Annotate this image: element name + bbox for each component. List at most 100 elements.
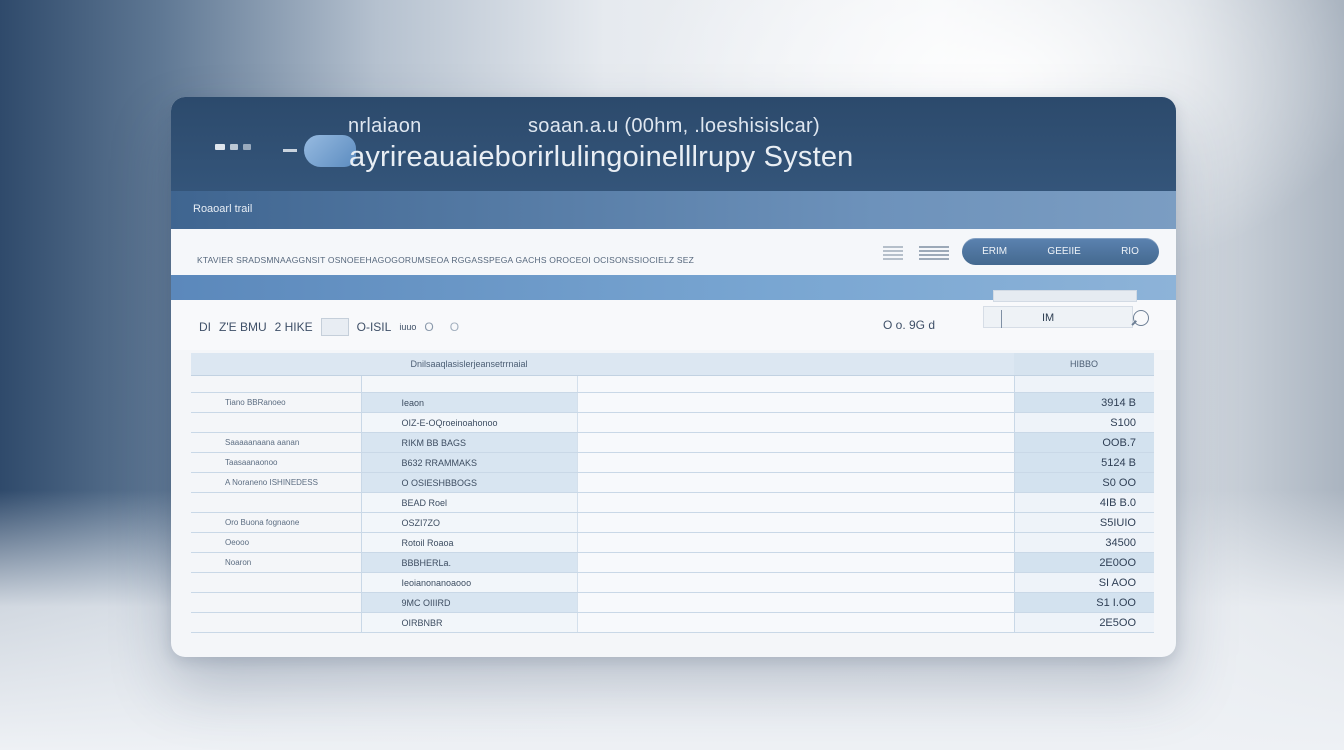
row-label: Noaron <box>191 552 362 573</box>
row-value <box>1013 375 1154 393</box>
row-name: OIZ-E-OQroeinoahonoo <box>361 412 577 433</box>
search-icon[interactable] <box>1133 310 1149 326</box>
row-name: Ieaon <box>361 392 577 413</box>
filter-label-g[interactable]: O <box>450 320 459 334</box>
table-row[interactable]: Tiano BBRanoeo Ieaon 3914 B <box>191 392 1154 413</box>
row-detail <box>576 375 1014 393</box>
column-header[interactable]: HIBBO <box>1014 353 1154 376</box>
row-value: 34500 <box>1013 532 1154 553</box>
grid-icon[interactable] <box>919 246 949 262</box>
row-name: OIRBNBR <box>361 612 577 633</box>
row-name: Rotoil Roaoa <box>361 532 577 553</box>
table-row[interactable]: Ieoianonanoaooo SI AOO <box>191 572 1154 593</box>
app-title: ayrireauaieborirlulingoinelllrupy Systen <box>349 141 854 173</box>
row-label <box>191 492 362 513</box>
row-name: RIKM BB BAGS <box>361 432 577 453</box>
table-row[interactable]: A Noraneno ISHINEDESS O OSIESHBBOGS S0 OO <box>191 472 1154 493</box>
row-detail <box>576 612 1014 633</box>
row-name: Ieoianonanoaooo <box>361 572 577 593</box>
row-name: O OSIESHBBOGS <box>361 472 577 493</box>
data-table-wrapper: Dnilsaaqlasislerjeansetrrnaial HIBBO Tia… <box>191 353 1154 633</box>
filter-label-b[interactable]: Z'E BMU <box>219 320 267 334</box>
filter-label-d[interactable]: O-ISIL <box>357 320 392 334</box>
row-label: Taasaanaonoo <box>191 452 362 473</box>
row-detail <box>576 472 1014 493</box>
row-value: 2E5OO <box>1013 612 1154 633</box>
row-value: S100 <box>1013 412 1154 433</box>
row-detail <box>576 452 1014 473</box>
window-controls[interactable] <box>215 144 251 150</box>
row-detail <box>576 512 1014 533</box>
table-row[interactable] <box>191 375 1154 393</box>
toggle-button-2[interactable]: GEEIIE <box>1041 246 1086 257</box>
title-bar: nrlaiaon soaan.a.u (00hm, .loeshisislcar… <box>171 97 1176 191</box>
filter-label-c[interactable]: 2 HIKE <box>275 320 313 334</box>
toggle-button-1[interactable]: ERIM <box>976 246 1013 257</box>
row-value: 5124 B <box>1013 452 1154 473</box>
table-row[interactable]: OIZ-E-OQroeinoahonoo S100 <box>191 412 1154 433</box>
row-name: B632 RRAMMAKS <box>361 452 577 473</box>
row-label: Tiano BBRanoeo <box>191 392 362 413</box>
list-icon[interactable] <box>883 246 903 260</box>
toggle-button-3[interactable]: RIO <box>1115 246 1145 257</box>
window-control-icon[interactable] <box>243 144 251 150</box>
row-label: Oeooo <box>191 532 362 553</box>
row-name: OSZI7ZO <box>361 512 577 533</box>
view-toggle-group: ERIM GEEIIE RIO <box>962 238 1159 265</box>
table-row[interactable]: Taasaanaonoo B632 RRAMMAKS 5124 B <box>191 452 1154 473</box>
row-label: Oro Buona fognaone <box>191 512 362 533</box>
table-row[interactable]: 9MC OIIIRD S1 I.OO <box>191 592 1154 613</box>
row-value: S1 I.OO <box>1013 592 1154 613</box>
filter-input-box[interactable] <box>320 318 349 336</box>
search-value: IM <box>1042 312 1055 324</box>
row-detail <box>576 572 1014 593</box>
section-label: Roaoarl trail <box>193 203 253 215</box>
row-detail <box>576 392 1014 413</box>
search-divider <box>1001 310 1002 328</box>
row-name: 9MC OIIIRD <box>361 592 577 613</box>
breadcrumb: KTAVIER SRADSMNAAGGNSIT OSNOEEHAGOGORUMS… <box>197 255 694 265</box>
table-row[interactable]: Saaaaanaana aanan RIKM BB BAGS OOB.7 <box>191 432 1154 453</box>
row-label <box>191 572 362 593</box>
window-control-icon[interactable] <box>215 144 225 150</box>
window-control-icon[interactable] <box>230 144 238 150</box>
filter-label-f[interactable]: O <box>424 320 433 334</box>
column-header[interactable] <box>577 353 1014 376</box>
table-row[interactable]: Noaron BBBHERLa. 2E0OO <box>191 552 1154 573</box>
row-detail <box>576 592 1014 613</box>
app-window: nrlaiaon soaan.a.u (00hm, .loeshisislcar… <box>171 97 1176 657</box>
row-value: S5IUIO <box>1013 512 1154 533</box>
filter-label-a[interactable]: DI <box>199 320 211 334</box>
row-value: S0 OO <box>1013 472 1154 493</box>
row-value: 4IB B.0 <box>1013 492 1154 513</box>
section-bar: Roaoarl trail <box>171 191 1176 229</box>
row-label <box>191 612 362 633</box>
dash-icon <box>283 149 297 152</box>
row-name: BBBHERLa. <box>361 552 577 573</box>
row-value: OOB.7 <box>1013 432 1154 453</box>
search-area: IM <box>983 290 1155 334</box>
column-header[interactable] <box>191 353 361 376</box>
table-header-row: Dnilsaaqlasislerjeansetrrnaial HIBBO <box>191 353 1154 376</box>
row-detail <box>576 412 1014 433</box>
row-detail <box>576 532 1014 553</box>
row-label <box>191 592 362 613</box>
table-row[interactable]: Oro Buona fognaone OSZI7ZO S5IUIO <box>191 512 1154 533</box>
row-detail <box>576 492 1014 513</box>
title-left-text: nrlaiaon <box>348 115 422 137</box>
filter-controls: DI Z'E BMU 2 HIKE O-ISIL iuuo O O <box>199 318 459 336</box>
row-value: SI AOO <box>1013 572 1154 593</box>
search-input[interactable]: IM <box>983 306 1133 328</box>
table-row[interactable]: Oeooo Rotoil Roaoa 34500 <box>191 532 1154 553</box>
table-row[interactable]: BEAD Roel 4IB B.0 <box>191 492 1154 513</box>
table-row[interactable]: OIRBNBR 2E5OO <box>191 612 1154 633</box>
row-label: A Noraneno ISHINEDESS <box>191 472 362 493</box>
row-label <box>191 412 362 433</box>
row-name <box>361 375 577 393</box>
data-table: Dnilsaaqlasislerjeansetrrnaial HIBBO Tia… <box>191 353 1154 633</box>
row-value: 2E0OO <box>1013 552 1154 573</box>
column-header[interactable]: Dnilsaaqlasislerjeansetrrnaial <box>361 353 577 376</box>
row-value: 3914 B <box>1013 392 1154 413</box>
title-right-text: soaan.a.u (00hm, .loeshisislcar) <box>528 115 820 137</box>
pagination-info: O o. 9G d <box>883 318 936 332</box>
